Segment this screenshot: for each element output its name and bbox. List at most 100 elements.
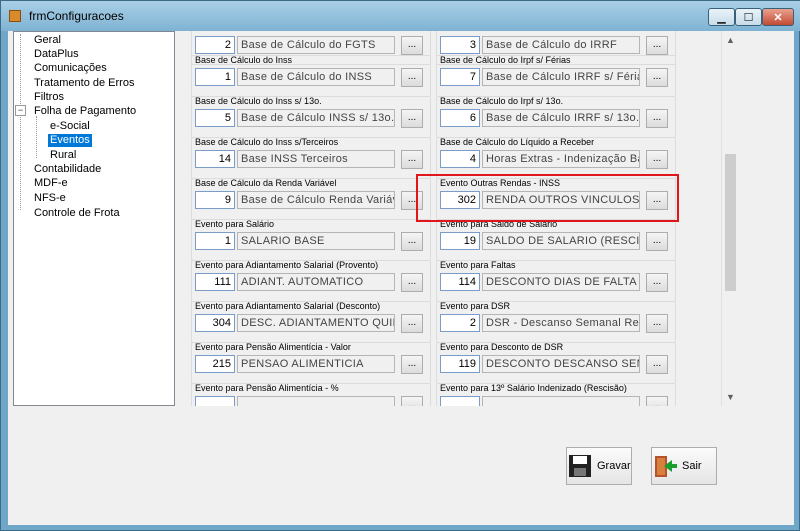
lookup-button[interactable]: ...	[646, 232, 668, 251]
tree-expander[interactable]: −	[15, 105, 26, 116]
event-description: ADIANT. AUTOMATICO	[237, 273, 395, 291]
event-description: Horas Extras - Indenização Banc	[482, 150, 640, 168]
event-code-input[interactable]: 9	[195, 191, 235, 209]
lookup-button[interactable]: ...	[401, 273, 423, 292]
tree-item-esocial[interactable]: e-Social	[50, 120, 90, 133]
scroll-up-icon[interactable]: ▲	[726, 35, 735, 45]
lookup-button[interactable]: ...	[401, 355, 423, 374]
group-label: Base de Cálculo do Líquido a Receber	[440, 137, 595, 147]
event-code-input[interactable]: 215	[195, 355, 235, 373]
tree-item-contabilidade[interactable]: Contabilidade	[34, 163, 101, 176]
event-group: Evento para 13º Salário Indenizado (Resc…	[436, 383, 676, 406]
group-label: Evento para Adiantamento Salarial (Prove…	[195, 260, 379, 270]
event-group: Evento para Saldo de Salário 19 SALDO DE S…	[436, 219, 676, 261]
event-code-input[interactable]	[195, 396, 235, 406]
main-window: frmConfiguracoes ▁ ☐ ✕ Geral DataPlus Co…	[0, 0, 800, 531]
lookup-button[interactable]: ...	[646, 109, 668, 128]
tree-item-comunicacoes[interactable]: Comunicações	[34, 62, 107, 75]
event-code-input[interactable]: 3	[440, 36, 480, 54]
client-area: Geral DataPlus Comunicações Tratamento d…	[8, 31, 794, 525]
event-code-input[interactable]: 14	[195, 150, 235, 168]
lookup-button[interactable]: ...	[646, 396, 668, 406]
lookup-button[interactable]: ...	[401, 150, 423, 169]
group-label: Base de Cálculo do Inss	[195, 55, 293, 65]
event-group: Evento para Faltas 114 DESCONTO DIAS DE FA…	[436, 260, 676, 302]
lookup-button[interactable]: ...	[401, 232, 423, 251]
event-description: PENSAO ALIMENTICIA	[237, 355, 395, 373]
event-code-input[interactable]: 304	[195, 314, 235, 332]
tree-item-nfse[interactable]: NFS-e	[34, 192, 66, 205]
save-label: Gravar	[597, 460, 631, 472]
group-label: Evento para 13º Salário Indenizado (Resc…	[440, 383, 627, 393]
event-code-input[interactable]: 5	[195, 109, 235, 127]
tree-line	[20, 34, 21, 210]
title-bar[interactable]: frmConfiguracoes ▁ ☐ ✕	[1, 1, 800, 31]
event-description: DESC. ADIANTAMENTO QUINZ	[237, 314, 395, 332]
group-label: Base de Cálculo do Inss s/Terceiros	[195, 137, 339, 147]
tree-item-filtros[interactable]: Filtros	[34, 91, 64, 104]
event-code-input[interactable]: 114	[440, 273, 480, 291]
lookup-button[interactable]: ...	[401, 68, 423, 87]
event-code-input[interactable]: 111	[195, 273, 235, 291]
event-description: Base INSS Terceiros	[237, 150, 395, 168]
tree-item-controle-frota[interactable]: Controle de Frota	[34, 207, 120, 220]
minimize-button[interactable]: ▁	[708, 8, 735, 26]
tree-item-eventos[interactable]: Eventos	[48, 134, 92, 147]
event-code-input[interactable]: 1	[195, 68, 235, 86]
event-description: Base de Cálculo do IRRF	[482, 36, 640, 54]
window-title: frmConfiguracoes	[29, 9, 124, 23]
save-button[interactable]: Gravar	[566, 447, 632, 485]
lookup-button[interactable]: ...	[646, 355, 668, 374]
config-tree[interactable]: Geral DataPlus Comunicações Tratamento d…	[13, 31, 175, 406]
event-group: Base de Cálculo do Irpf s/ 13o. 6 Base de …	[436, 96, 676, 138]
lookup-button[interactable]: ...	[401, 109, 423, 128]
group-label: Evento para Pensão Alimentícia - Valor	[195, 342, 351, 352]
event-description: Base de Cálculo INSS s/ 13o.	[237, 109, 395, 127]
event-description: DESCONTO DIAS DE FALTA	[482, 273, 640, 291]
event-code-input[interactable]	[440, 396, 480, 406]
event-group: Base de Cálculo do Irpf s/ Férias 7 Base d…	[436, 55, 676, 97]
event-code-input[interactable]: 119	[440, 355, 480, 373]
maximize-button[interactable]: ☐	[735, 8, 762, 26]
event-code-input[interactable]: 7	[440, 68, 480, 86]
lookup-button[interactable]: ...	[646, 150, 668, 169]
tree-item-dataplus[interactable]: DataPlus	[34, 48, 79, 61]
lookup-button[interactable]: ...	[646, 273, 668, 292]
lookup-button[interactable]: ...	[646, 36, 668, 55]
tree-line	[36, 116, 37, 158]
event-code-input[interactable]: 1	[195, 232, 235, 250]
tree-item-tratamento-erros[interactable]: Tratamento de Erros	[34, 77, 134, 90]
event-group: Evento para Desconto de DSR 119 DESCONTO D…	[436, 342, 676, 384]
lookup-button[interactable]: ...	[401, 396, 423, 406]
lookup-button[interactable]: ...	[646, 68, 668, 87]
event-description: DESCONTO DESCANSO SEMA	[482, 355, 640, 373]
exit-button[interactable]: Sair	[651, 447, 717, 485]
scroll-thumb[interactable]	[725, 154, 736, 291]
event-description	[237, 396, 395, 406]
tree-item-rural[interactable]: Rural	[50, 149, 76, 162]
event-code-input[interactable]: 19	[440, 232, 480, 250]
tree-item-mdfe[interactable]: MDF-e	[34, 177, 68, 190]
group-label: Evento para Pensão Alimentícia - %	[195, 383, 339, 393]
event-code-input[interactable]: 2	[195, 36, 235, 54]
tree-item-geral[interactable]: Geral	[34, 34, 61, 47]
lookup-button[interactable]: ...	[401, 314, 423, 333]
group-label: Base de Cálculo do Irpf s/ 13o.	[440, 96, 564, 106]
close-button[interactable]: ✕	[762, 8, 794, 26]
event-code-input[interactable]: 2	[440, 314, 480, 332]
lookup-button[interactable]: ...	[401, 36, 423, 55]
event-group: Evento para Pensão Alimentícia - %...	[191, 383, 431, 406]
event-group: Base de Cálculo do Líquido a Receber 4 Hor…	[436, 137, 676, 179]
event-code-input[interactable]: 4	[440, 150, 480, 168]
event-code-input[interactable]: 6	[440, 109, 480, 127]
scroll-down-icon[interactable]: ▼	[726, 392, 735, 402]
event-description: Base de Cálculo do INSS	[237, 68, 395, 86]
event-description: Base de Cálculo do FGTS	[237, 36, 395, 54]
tree-item-folha-pagamento[interactable]: Folha de Pagamento	[34, 105, 136, 118]
group-label: Evento para Salário	[195, 219, 275, 229]
event-group: Base de Cálculo do Inss 1 Base de Cálculo …	[191, 55, 431, 97]
vertical-scrollbar[interactable]: ▲ ▼	[721, 31, 738, 406]
group-label: Evento para Faltas	[440, 260, 516, 270]
lookup-button[interactable]: ...	[646, 314, 668, 333]
floppy-disk-icon	[569, 455, 591, 477]
